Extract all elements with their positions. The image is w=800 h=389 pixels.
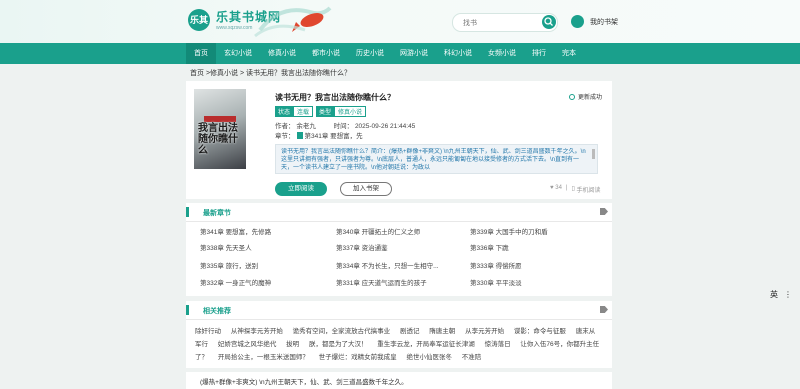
recommendations-section: 相关推荐 除奸行动 从神探李元芳开始 诡秀有空间，全家流放古代搞事业 剧透记 隋…: [186, 301, 612, 368]
book-intro-box[interactable]: 读书无用？我言出法随你瞧什么？简介：(爆热+群像+非爽文) \n九州王朝天下，仙…: [275, 144, 598, 174]
recommendation-list: 除奸行动 从神探李元芳开始 诡秀有空间，全家流放古代搞事业 剧透记 隋唐主朝 从…: [195, 325, 600, 364]
read-now-button[interactable]: 立即阅读: [275, 182, 327, 196]
category-value[interactable]: 修真小说: [334, 106, 367, 117]
nav-item-ranking[interactable]: 排行: [524, 43, 554, 64]
my-bookshelf-link[interactable]: 我的书架: [571, 15, 618, 28]
nav-item-wangyou[interactable]: 网游小说: [392, 43, 436, 64]
cover-title: 我言出法随你瞧什么: [198, 123, 238, 156]
status-value: 连载: [293, 106, 314, 117]
bookshelf-label: 我的书架: [590, 18, 618, 26]
nav-item-home[interactable]: 首页: [186, 43, 216, 64]
rec-link[interactable]: 惊涛落日: [485, 341, 511, 348]
rec-link[interactable]: 拔明: [286, 341, 299, 348]
latest-chapters-section: 最新章节 第341章 要想富，先修路 第340章 开疆拓土的仁义之师 第339章…: [186, 203, 612, 296]
chapter-link[interactable]: 第339章 大国手中的刀和盾: [470, 226, 548, 236]
nav-item-nvpin[interactable]: 女频小说: [480, 43, 524, 64]
chapter-link[interactable]: 第333章 得偿所愿: [470, 260, 522, 270]
rec-link[interactable]: 重生李云龙，开局奉军运征长津湖: [377, 341, 475, 348]
chapter-link[interactable]: 第335章 旅行，送别: [200, 260, 258, 270]
ime-language-indicator[interactable]: 英 ⋮: [770, 289, 792, 300]
recommendations-header: 相关推荐: [186, 301, 612, 320]
rec-link[interactable]: 谍影：命令与征服: [514, 328, 566, 335]
chapter-link[interactable]: 第332章 一身正气的魔神: [200, 277, 271, 287]
latest-chapter-line: 章节： 第341章 要想富，先: [275, 130, 363, 140]
category-key: 类型: [316, 106, 335, 117]
bookshelf-icon: [571, 15, 584, 28]
nav-item-dushi[interactable]: 都市小说: [304, 43, 348, 64]
tag-icon: [600, 208, 608, 215]
update-status-text: 更新成功: [578, 95, 603, 101]
add-to-shelf-button[interactable]: 加入书架: [340, 182, 392, 196]
rec-link[interactable]: 诡秀有空间，全家流放古代搞事业: [293, 328, 391, 335]
tag-icon: [600, 306, 608, 313]
recommendations-title: 相关推荐: [203, 308, 231, 315]
rec-link[interactable]: 世子爆烂：戏精女前我成皇: [319, 354, 397, 361]
chapter-link[interactable]: 第340章 开疆拓土的仁义之师: [336, 226, 420, 236]
rec-link[interactable]: 绝世小仙医张冬: [406, 354, 452, 361]
search-box: [452, 13, 558, 32]
koi-fish-decoration: [254, 6, 332, 38]
chapter-link[interactable]: 第336章 下跪: [470, 242, 509, 252]
intro-scrollbar[interactable]: [592, 149, 595, 159]
chapter-link[interactable]: 第330章 平平淡淡: [470, 277, 522, 287]
nav-item-kehuan[interactable]: 科幻小说: [436, 43, 480, 64]
section-accent-bar: [186, 207, 189, 217]
chapter-link[interactable]: 第331章 应天道气运而生的孩子: [336, 277, 427, 287]
status-key: 状态: [275, 106, 294, 117]
breadcrumb[interactable]: 首页 >修真小说 > 读书无用？我言出法随你瞧什么？: [190, 68, 351, 78]
intro-excerpt-panel: (爆热+群像+非爽文) \n九州王朝天下，仙、武、剑三道昌盛数千年之久。: [186, 372, 612, 389]
book-meta: 作者： 余老九 时间： 2025-09-26 21:44:45: [275, 120, 415, 130]
latest-chapters-header: 最新章节: [186, 203, 612, 222]
book-title: 读书无用？我言出法随你瞧什么？: [275, 93, 395, 102]
chapter-link[interactable]: 第334章 不为长生，只想一生相守...: [336, 260, 439, 270]
mobile-read-link[interactable]: 手机阅读: [576, 185, 600, 194]
section-accent-bar: [186, 305, 189, 315]
nav-item-lishi[interactable]: 历史小说: [348, 43, 392, 64]
rec-link[interactable]: 朕，都是为了大汉！: [309, 341, 368, 348]
chapter-link[interactable]: 第338章 先天圣人: [200, 242, 252, 252]
book-tags: 状态 连载 类型 修真小说: [275, 106, 369, 117]
document-icon: [296, 131, 303, 139]
rec-link[interactable]: 从神探李元芳开始: [231, 328, 283, 335]
author-label: 作者：: [275, 123, 295, 130]
rec-link[interactable]: 从李元芳开始: [465, 328, 504, 335]
main-nav: 首页 玄幻小说 修真小说 都市小说 历史小说 网游小说 科幻小说 女频小说 排行…: [0, 43, 800, 64]
book-stats: ♥ 34 | ▯ 手机阅读: [550, 185, 601, 194]
rec-link[interactable]: 妃娇宫城之风华绝代: [218, 341, 277, 348]
latest-chapters-title: 最新章节: [203, 210, 231, 217]
time-label: 时间：: [333, 123, 354, 130]
book-info-panel: 我言出法随你瞧什么 读书无用？我言出法随你瞧什么？ 更新成功 状态 连载 类型 …: [186, 81, 612, 199]
search-input[interactable]: [461, 16, 545, 30]
update-status: 更新成功: [569, 92, 602, 101]
logo-mark: 乐其: [188, 8, 210, 31]
header-bar: 乐其 乐其书城网 www.sqzsw.com 我的书架: [0, 0, 800, 43]
check-circle-icon: [569, 93, 575, 100]
chapter-link[interactable]: 第341章 要想富，先修路: [200, 226, 271, 236]
ime-more-icon: ⋮: [784, 290, 792, 299]
rec-link[interactable]: 不准陪: [462, 354, 482, 361]
nav-item-completed[interactable]: 完本: [554, 43, 584, 64]
like-count: 34: [555, 185, 562, 191]
rec-link[interactable]: 剧透记: [400, 328, 420, 335]
rec-link[interactable]: 除奸行动: [195, 328, 221, 335]
rec-link[interactable]: 开局拾公主，一根玉米送国师？: [218, 354, 309, 361]
book-intro: 读书无用？我言出法随你瞧什么？简介：(爆热+群像+非爽文) \n九州王朝天下，仙…: [281, 149, 586, 171]
rec-link[interactable]: 隋唐主朝: [429, 328, 455, 335]
book-cover[interactable]: 我言出法随你瞧什么: [194, 89, 246, 169]
search-button[interactable]: [542, 15, 556, 29]
latest-chapter-link[interactable]: 第341章 要想富，先: [305, 130, 363, 140]
cover-band: [204, 116, 236, 122]
nav-item-xiuzhen[interactable]: 修真小说: [260, 43, 304, 64]
chapter-label: 章节：: [275, 133, 295, 140]
author-name[interactable]: 余老九: [296, 123, 316, 130]
chapter-link[interactable]: 第337章 资治通鉴: [336, 242, 388, 252]
nav-item-xuanhuan[interactable]: 玄幻小说: [216, 43, 260, 64]
intro-excerpt: (爆热+群像+非爽文) \n九州王朝天下，仙、武、剑三道昌盛数千年之久。: [200, 379, 408, 386]
ime-language-label: 英: [770, 290, 778, 299]
update-time: 2025-09-26 21:44:45: [354, 123, 416, 130]
search-icon: [544, 17, 553, 26]
